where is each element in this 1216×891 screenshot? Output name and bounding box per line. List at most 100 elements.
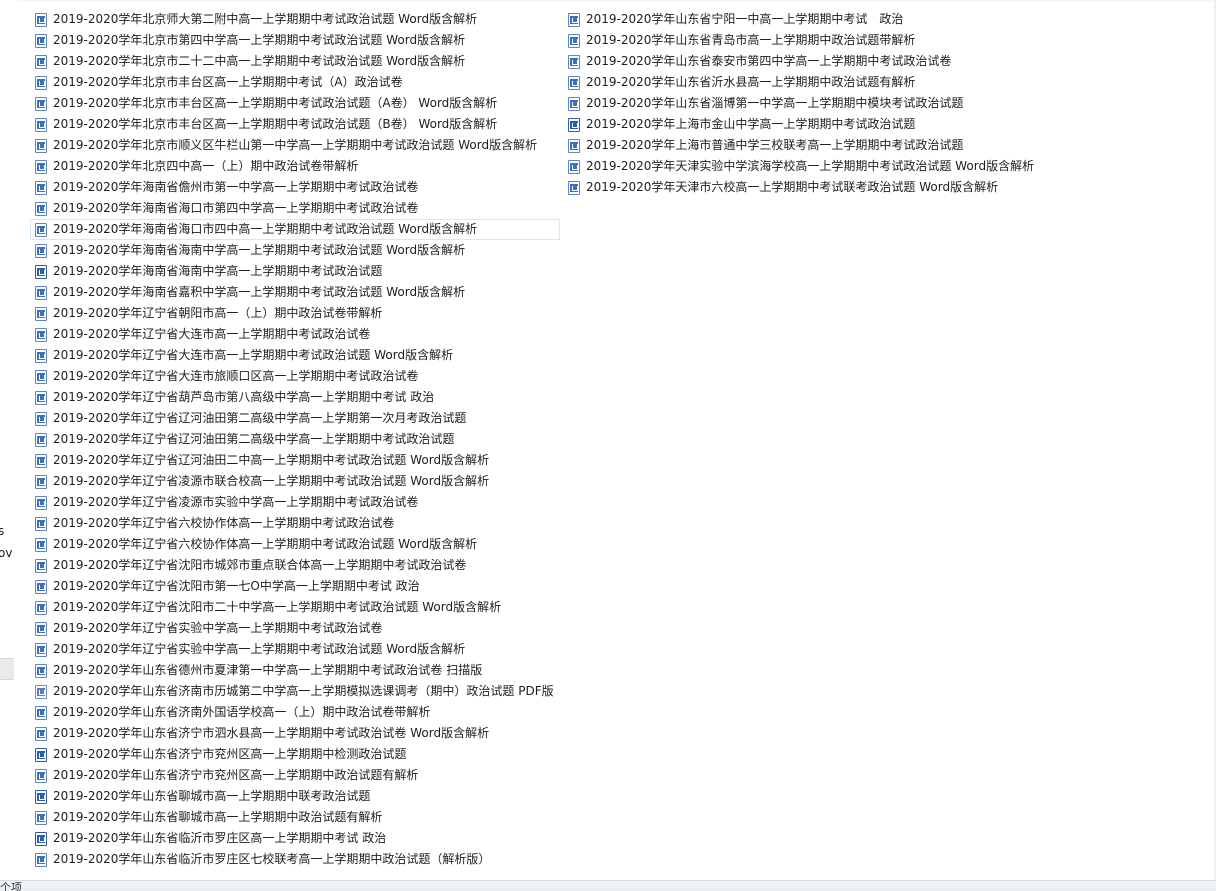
word-doc-icon	[35, 222, 47, 237]
file-name: 2019-2020学年山东省临沂市罗庄区七校联考高一上学期期中政治试题（解析版）	[53, 852, 491, 866]
file-item[interactable]: 2019-2020学年山东省济宁市泗水县高一上学期期中考试政治试卷 Word版含…	[30, 723, 560, 744]
word-doc-icon	[35, 705, 47, 720]
nav-selected-item[interactable]	[0, 658, 14, 680]
file-item[interactable]: 2019-2020学年辽宁省沈阳市第一七O中学高一上学期期中考试 政治	[30, 576, 560, 597]
word-doc-icon	[35, 138, 47, 153]
file-item[interactable]: 2019-2020学年山东省泰安市第四中学高一上学期期中考试政治试卷	[563, 51, 1040, 72]
file-name: 2019-2020学年海南省海南中学高一上学期期中考试政治试题	[53, 264, 383, 278]
file-item[interactable]: 2019-2020学年辽宁省凌源市联合校高一上学期期中考试政治试题 Word版含…	[30, 471, 560, 492]
nav-item-fragment[interactable]: s	[0, 524, 4, 538]
file-item[interactable]: 2019-2020学年海南省儋州市第一中学高一上学期期中考试政治试卷	[30, 177, 560, 198]
word-doc-icon	[35, 474, 47, 489]
file-item[interactable]: 2019-2020学年辽宁省实验中学高一上学期期中考试政治试题 Word版含解析	[30, 639, 560, 660]
file-item[interactable]: 2019-2020学年辽宁省辽河油田二中高一上学期期中考试政治试题 Word版含…	[30, 450, 560, 471]
file-list-view[interactable]: 2019-2020学年北京师大第二附中高一上学期期中考试政治试题 Word版含解…	[17, 0, 1214, 880]
word-doc-icon	[35, 327, 47, 342]
file-item[interactable]: 2019-2020学年天津实验中学滨海学校高一上学期期中考试政治试题 Word版…	[563, 156, 1040, 177]
file-name: 2019-2020学年上海市金山中学高一上学期期中考试政治试题	[586, 117, 916, 131]
word-doc-icon	[35, 516, 47, 531]
word-doc-icon	[35, 642, 47, 657]
explorer-window: s ov 2019-2020学年北京师大第二附中高一上学期期中考试政治试题 Wo…	[0, 0, 1216, 891]
file-item[interactable]: 2019-2020学年天津市六校高一上学期期中考试联考政治试题 Word版含解析	[563, 177, 1040, 198]
file-item[interactable]: 2019-2020学年山东省临沂市罗庄区高一上学期期中考试 政治	[30, 828, 560, 849]
file-name: 2019-2020学年辽宁省沈阳市第一七O中学高一上学期期中考试 政治	[53, 579, 420, 593]
word-doc-icon	[35, 537, 47, 552]
file-item[interactable]: 2019-2020学年北京师大第二附中高一上学期期中考试政治试题 Word版含解…	[30, 9, 560, 30]
file-item[interactable]: 2019-2020学年北京市二十二中高一上学期期中考试政治试题 Word版含解析	[30, 51, 560, 72]
file-item[interactable]: 2019-2020学年辽宁省葫芦岛市第八高级中学高一上学期期中考试 政治	[30, 387, 560, 408]
file-name: 2019-2020学年山东省济宁市兖州区高一上学期期中检测政治试题	[53, 747, 407, 761]
word-doc-icon	[568, 75, 580, 90]
file-item[interactable]: 2019-2020学年辽宁省大连市高一上学期期中考试政治试卷	[30, 324, 560, 345]
file-name: 2019-2020学年辽宁省大连市高一上学期期中考试政治试卷	[53, 327, 371, 341]
file-name: 2019-2020学年山东省济宁市兖州区高一上学期期中政治试题有解析	[53, 768, 419, 782]
nav-item-fragment[interactable]: ov	[0, 546, 12, 560]
word-doc-icon	[568, 96, 580, 111]
word-doc-icon	[35, 243, 47, 258]
file-item[interactable]: 2019-2020学年辽宁省辽河油田第二高级中学高一上学期第一次月考政治试题	[30, 408, 560, 429]
file-name: 2019-2020学年北京师大第二附中高一上学期期中考试政治试题 Word版含解…	[53, 12, 478, 26]
file-item[interactable]: 2019-2020学年辽宁省沈阳市城郊市重点联合体高一上学期期中考试政治试卷	[30, 555, 560, 576]
file-item[interactable]: 2019-2020学年辽宁省凌源市实验中学高一上学期期中考试政治试卷	[30, 492, 560, 513]
file-name: 2019-2020学年海南省海口市第四中学高一上学期期中考试政治试卷	[53, 201, 419, 215]
word-doc-icon	[35, 180, 47, 195]
word-doc-icon	[568, 54, 580, 69]
file-name: 2019-2020学年辽宁省六校协作体高一上学期期中考试政治试卷	[53, 516, 395, 530]
file-item[interactable]: 2019-2020学年山东省聊城市高一上学期期中联考政治试题	[30, 786, 560, 807]
file-item[interactable]: 2019-2020学年山东省济宁市兖州区高一上学期期中检测政治试题	[30, 744, 560, 765]
file-item[interactable]: 2019-2020学年辽宁省实验中学高一上学期期中考试政治试卷	[30, 618, 560, 639]
file-name: 2019-2020学年山东省济宁市泗水县高一上学期期中考试政治试卷 Word版含…	[53, 726, 490, 740]
file-item[interactable]: 2019-2020学年北京四中高一（上）期中政治试卷带解析	[30, 156, 560, 177]
file-name: 2019-2020学年海南省儋州市第一中学高一上学期期中考试政治试卷	[53, 180, 419, 194]
file-item[interactable]: 2019-2020学年山东省德州市夏津第一中学高一上学期期中考试政治试卷 扫描版	[30, 660, 560, 681]
word-doc-icon	[568, 138, 580, 153]
file-name: 2019-2020学年辽宁省辽河油田第二高级中学高一上学期第一次月考政治试题	[53, 411, 467, 425]
file-name: 2019-2020学年北京市顺义区牛栏山第一中学高一上学期期中考试政治试题 Wo…	[53, 138, 538, 152]
file-name: 2019-2020学年北京市丰台区高一上学期期中考试政治试题（A卷） Word版…	[53, 96, 498, 110]
file-name: 2019-2020学年山东省青岛市高一上学期期中政治试题带解析	[586, 33, 916, 47]
file-name: 2019-2020学年辽宁省朝阳市高一（上）期中政治试卷带解析	[53, 306, 383, 320]
file-item[interactable]: 2019-2020学年山东省济宁市兖州区高一上学期期中政治试题有解析	[30, 765, 560, 786]
file-item[interactable]: 2019-2020学年海南省海南中学高一上学期期中考试政治试题 Word版含解析	[30, 240, 560, 261]
file-item[interactable]: 2019-2020学年北京市丰台区高一上学期期中考试（A）政治试卷	[30, 72, 560, 93]
navigation-pane[interactable]: s ov	[0, 0, 17, 880]
file-item[interactable]: 2019-2020学年山东省青岛市高一上学期期中政治试题带解析	[563, 30, 1040, 51]
file-item[interactable]: 2019-2020学年辽宁省大连市旅顺口区高一上学期期中考试政治试卷	[30, 366, 560, 387]
file-item[interactable]: 2019-2020学年山东省宁阳一中高一上学期期中考试 政治	[563, 9, 1040, 30]
word-doc-icon	[35, 201, 47, 216]
file-name: 2019-2020学年海南省海南中学高一上学期期中考试政治试题 Word版含解析	[53, 243, 466, 257]
file-item[interactable]: 2019-2020学年山东省淄博第一中学高一上学期期中模块考试政治试题	[563, 93, 1040, 114]
file-item[interactable]: 2019-2020学年上海市金山中学高一上学期期中考试政治试题	[563, 114, 1040, 135]
file-item[interactable]: 2019-2020学年海南省海口市四中高一上学期期中考试政治试题 Word版含解…	[30, 219, 560, 240]
file-item[interactable]: 2019-2020学年海南省海南中学高一上学期期中考试政治试题	[30, 261, 560, 282]
file-item[interactable]: 2019-2020学年山东省沂水县高一上学期期中政治试题有解析	[563, 72, 1040, 93]
file-item[interactable]: 2019-2020学年北京市第四中学高一上学期期中考试政治试题 Word版含解析	[30, 30, 560, 51]
file-item[interactable]: 2019-2020学年辽宁省朝阳市高一（上）期中政治试卷带解析	[30, 303, 560, 324]
file-item[interactable]: 2019-2020学年山东省临沂市罗庄区七校联考高一上学期期中政治试题（解析版）	[30, 849, 560, 870]
file-item[interactable]: 2019-2020学年上海市普通中学三校联考高一上学期期中考试政治试题	[563, 135, 1040, 156]
file-name: 2019-2020学年山东省聊城市高一上学期期中联考政治试题	[53, 789, 371, 803]
file-item[interactable]: 2019-2020学年北京市顺义区牛栏山第一中学高一上学期期中考试政治试题 Wo…	[30, 135, 560, 156]
file-name: 2019-2020学年天津实验中学滨海学校高一上学期期中考试政治试题 Word版…	[586, 159, 1035, 173]
file-name: 2019-2020学年辽宁省沈阳市二十中学高一上学期期中考试政治试题 Word版…	[53, 600, 502, 614]
file-item[interactable]: 2019-2020学年辽宁省六校协作体高一上学期期中考试政治试卷	[30, 513, 560, 534]
word-doc-icon	[35, 579, 47, 594]
word-doc-icon	[35, 54, 47, 69]
word-doc-icon	[35, 495, 47, 510]
file-item[interactable]: 2019-2020学年海南省嘉积中学高一上学期期中考试政治试题 Word版含解析	[30, 282, 560, 303]
file-item[interactable]: 2019-2020学年山东省聊城市高一上学期期中政治试题有解析	[30, 807, 560, 828]
word-doc-icon	[35, 768, 47, 783]
file-item[interactable]: 2019-2020学年北京市丰台区高一上学期期中考试政治试题（A卷） Word版…	[30, 93, 560, 114]
file-item[interactable]: 2019-2020学年北京市丰台区高一上学期期中考试政治试题（B卷） Word版…	[30, 114, 560, 135]
file-item[interactable]: 2019-2020学年辽宁省大连市高一上学期期中考试政治试题 Word版含解析	[30, 345, 560, 366]
file-item[interactable]: 2019-2020学年辽宁省辽河油田第二高级中学高一上学期期中考试政治试题	[30, 429, 560, 450]
file-name: 2019-2020学年辽宁省葫芦岛市第八高级中学高一上学期期中考试 政治	[53, 390, 435, 404]
file-item[interactable]: 2019-2020学年辽宁省六校协作体高一上学期期中考试政治试题 Word版含解…	[30, 534, 560, 555]
file-name: 2019-2020学年辽宁省实验中学高一上学期期中考试政治试卷	[53, 621, 383, 635]
word-doc-icon	[35, 663, 47, 678]
file-item[interactable]: 2019-2020学年山东省济南外国语学校高一（上）期中政治试卷带解析	[30, 702, 560, 723]
file-item[interactable]: 2019-2020学年山东省济南市历城第二中学高一上学期模拟选课调考（期中）政治…	[30, 681, 560, 702]
file-item[interactable]: 2019-2020学年辽宁省沈阳市二十中学高一上学期期中考试政治试题 Word版…	[30, 597, 560, 618]
file-item[interactable]: 2019-2020学年海南省海口市第四中学高一上学期期中考试政治试卷	[30, 198, 560, 219]
word-doc-icon	[35, 390, 47, 405]
